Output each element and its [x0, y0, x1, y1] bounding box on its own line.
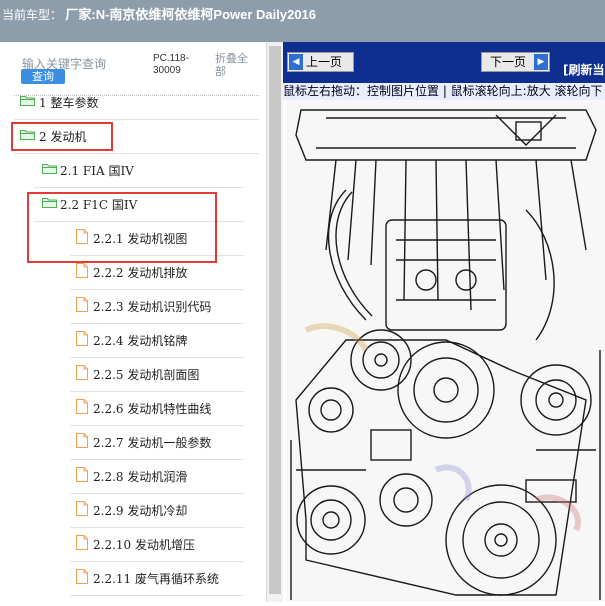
engine-diagram-image[interactable] [286, 100, 605, 602]
sidebar: 输入关键字查询 查询 PC.118-30009 折叠全部 1 整车参数 2 发动… [0, 42, 284, 602]
arrow-left-icon: ◀ [289, 54, 303, 70]
collapse-all-link[interactable]: 折叠全部 [215, 52, 257, 78]
tree-item-label: 2.2.7 发动机一般参数 [93, 436, 212, 450]
highlight-box-engine [11, 122, 113, 151]
tree-item-engine-id-code[interactable]: 2.2.3 发动机识别代码 [70, 290, 244, 324]
next-page-button[interactable]: 下一页 ▶ [481, 52, 550, 72]
tree-item-engine-curve[interactable]: 2.2.6 发动机特性曲线 [70, 392, 244, 426]
document-icon [76, 297, 88, 312]
tree-item-engine-section[interactable]: 2.2.5 发动机剖面图 [70, 358, 244, 392]
tree-item-label: 1 整车参数 [39, 96, 99, 110]
document-icon [76, 501, 88, 516]
viewer-toolbar: ◀ 上一页 下一页 ▶ [刷新当 [283, 42, 605, 82]
current-vehicle-value: 厂家:N-南京依维柯依维柯Power Daily2016 [65, 7, 317, 22]
engine-line-drawing [286, 100, 605, 602]
tree-item-label: 2.2.3 发动机识别代码 [93, 300, 212, 314]
tree-item-label: 2.2.2 发动机排放 [93, 266, 188, 280]
folder-open-icon [42, 164, 57, 174]
tree-item-engine-lube[interactable]: 2.2.8 发动机润滑 [70, 460, 244, 494]
arrow-right-icon: ▶ [534, 54, 548, 70]
document-icon [76, 399, 88, 414]
pc-code: PC.118-30009 [153, 53, 189, 76]
folder-open-icon [20, 96, 35, 106]
next-page-label: 下一页 [490, 55, 527, 69]
tree-item-label: 2.2.6 发动机特性曲线 [93, 402, 212, 416]
document-icon [76, 467, 88, 482]
highlight-box-f1c [27, 192, 217, 263]
current-vehicle-label: 当前车型： [2, 8, 63, 22]
tree-item-label: 2.2.5 发动机剖面图 [93, 368, 200, 382]
document-icon [76, 433, 88, 448]
sidebar-scrollbar[interactable] [266, 42, 284, 602]
document-icon [76, 331, 88, 346]
scrollbar-thumb[interactable] [269, 46, 281, 594]
document-icon [76, 365, 88, 380]
prev-page-button[interactable]: ◀ 上一页 [287, 52, 354, 72]
tree-item-engine-turbo[interactable]: 2.2.10 发动机增压 [70, 528, 244, 562]
current-vehicle: 当前车型： 厂家:N-南京依维柯依维柯Power Daily2016 [2, 4, 316, 23]
tree-item-vehicle-params[interactable]: 1 整车参数 [14, 86, 259, 120]
tree-item-fia[interactable]: 2.1 FIA 国IV [34, 154, 244, 188]
document-icon [76, 263, 88, 278]
tree-item-engine-cooling[interactable]: 2.2.9 发动机冷却 [70, 494, 244, 528]
tree-item-egr[interactable]: 2.2.11 废气再循环系统 [70, 562, 244, 596]
refresh-link[interactable]: [刷新当 [563, 61, 605, 78]
tree-item-label: 2.2.11 废气再循环系统 [93, 572, 219, 586]
viewer-hint: 鼠标左右拖动：控制图片位置 | 鼠标滚轮向上:放大 滚轮向下 [283, 82, 605, 100]
tree-item-label: 2.1 FIA 国IV [60, 164, 134, 178]
tree-item-label: 2.2.8 发动机润滑 [93, 470, 188, 484]
document-icon [76, 535, 88, 550]
search-button[interactable]: 查询 [21, 69, 65, 84]
title-bar: 当前车型： 厂家:N-南京依维柯依维柯Power Daily2016 [0, 0, 605, 42]
document-icon [76, 569, 88, 584]
tree-item-engine-general[interactable]: 2.2.7 发动机一般参数 [70, 426, 244, 460]
tree-item-label: 2.2.4 发动机铭牌 [93, 334, 188, 348]
prev-page-label: 上一页 [306, 55, 343, 69]
tree-item-label: 2.2.10 发动机增压 [93, 538, 195, 552]
tree-item-engine-nameplate[interactable]: 2.2.4 发动机铭牌 [70, 324, 244, 358]
tree-item-label: 2.2.9 发动机冷却 [93, 504, 188, 518]
document-viewer: ◀ 上一页 下一页 ▶ [刷新当 鼠标左右拖动：控制图片位置 | 鼠标滚轮向上:… [283, 42, 605, 602]
